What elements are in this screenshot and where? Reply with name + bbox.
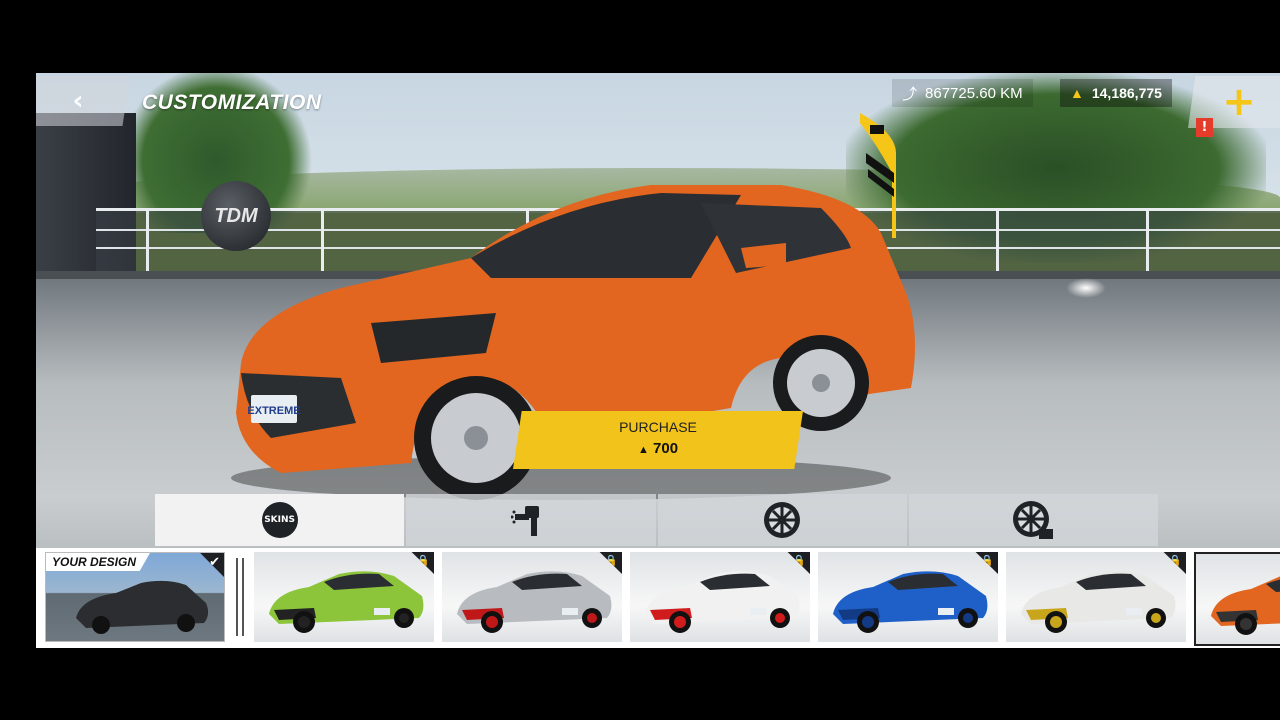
purchase-price-value: 700 [653,440,679,457]
plus-icon: + [1222,79,1256,125]
tab-wheel-settings[interactable] [908,494,1158,546]
license-plate-text: EXTREME [247,405,300,417]
customization-tabs: SKINS [155,494,1160,546]
skin-card[interactable]: 🔒 [818,552,998,642]
distance-stat: ⤴ 867725.60 KM [892,79,1033,107]
chevron-left-icon: ‹ [72,86,84,116]
coin-icon: ▲ [637,444,649,456]
purchase-price: ▲ 700 [513,440,803,457]
floor-lamp [1066,278,1106,298]
skin-card[interactable]: 🔒 [630,552,810,642]
skin-card[interactable] [1194,552,1280,646]
skin-card[interactable]: 🔒 [442,552,622,642]
coin-icon: ▲ [1070,85,1084,101]
game-screen: TDM EXTREME ‹ CUSTOMIZATION ⤴ 867725.60 … [36,73,1280,648]
currency-value: 14,186,775 [1091,85,1162,101]
car-thumbnail [457,571,612,633]
wheel-icon [764,502,801,538]
currency-stat: ▲ 14,186,775 [1060,79,1172,107]
tab-skins-label: SKINS [264,515,296,525]
purchase-button[interactable]: PURCHASE ▲ 700 [513,411,803,469]
wheel-settings-icon [1013,501,1054,539]
tab-paint[interactable] [406,494,656,546]
skins-carousel: YOUR DESIGN ✔ 🔒 🔒 🔒 🔒 🔒 [36,548,1280,648]
back-button[interactable]: ‹ [36,76,130,126]
route-icon: ⤴ [902,85,918,103]
divider [236,558,238,636]
alert-badge: ! [1196,118,1213,137]
divider [242,558,244,636]
car-thumbnail [833,571,988,633]
distance-value: 867725.60 KM [925,84,1023,102]
purchase-label: PURCHASE [619,419,697,435]
skins-icon: SKINS [261,502,298,538]
car-thumbnail [269,571,424,633]
skin-card[interactable]: 🔒 [254,552,434,642]
skin-card[interactable]: 🔒 [1006,552,1186,642]
your-design-card[interactable]: YOUR DESIGN ✔ [45,552,225,642]
your-design-label: YOUR DESIGN [46,553,151,571]
tab-wheels[interactable] [657,494,907,546]
car-thumbnail [1021,571,1176,633]
spray-gun-icon [510,506,539,536]
tab-skins[interactable]: SKINS [155,494,405,546]
car-thumbnail [1211,576,1280,635]
car-thumbnail [645,571,800,633]
page-title: CUSTOMIZATION [142,91,322,114]
